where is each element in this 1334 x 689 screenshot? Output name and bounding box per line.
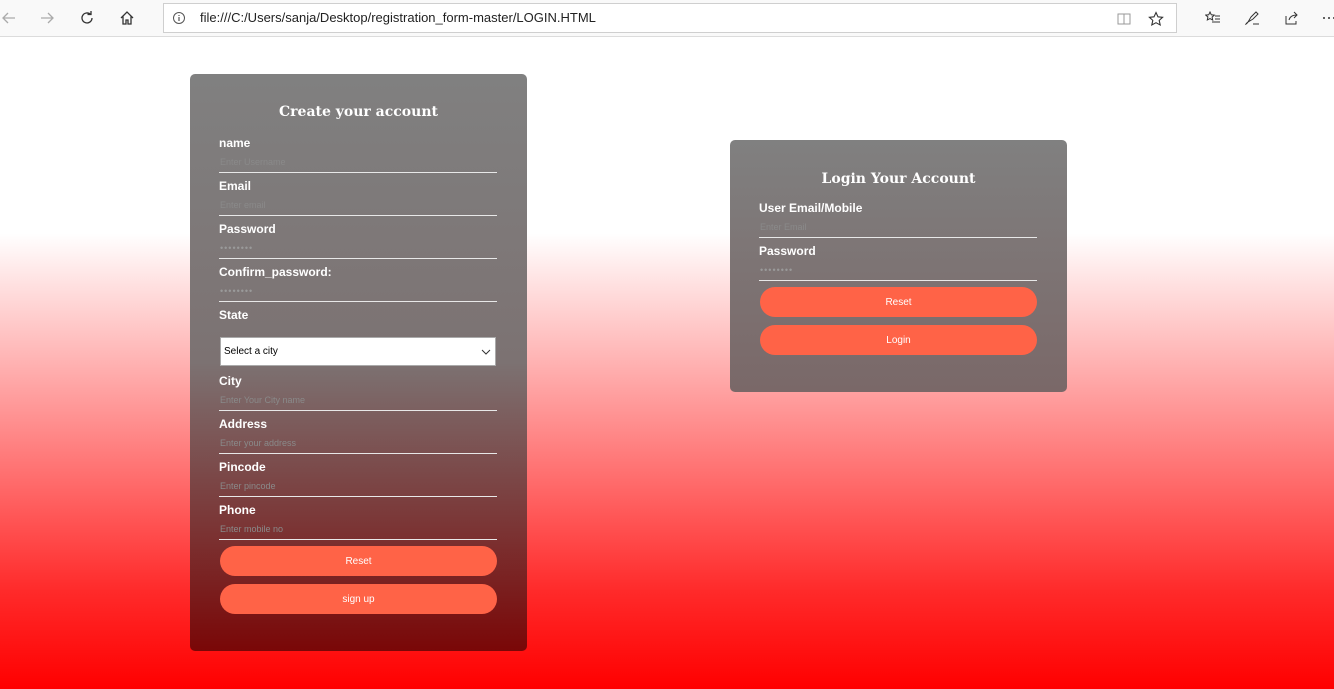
phone-label: Phone (219, 503, 256, 517)
signup-title: Create your account (279, 104, 438, 120)
state-field: State (219, 308, 497, 324)
more-icon[interactable] (1316, 5, 1334, 31)
confirm-password-input[interactable] (219, 281, 497, 302)
login-password-input[interactable] (759, 260, 1037, 281)
reading-view-icon[interactable] (1114, 9, 1134, 29)
password-field: Password (219, 222, 497, 259)
login-email-label: User Email/Mobile (759, 201, 863, 215)
favorites-list-icon[interactable] (1200, 5, 1226, 31)
login-password-label: Password (759, 244, 816, 258)
refresh-icon[interactable] (74, 5, 100, 31)
phone-input[interactable] (219, 519, 497, 540)
home-icon[interactable] (114, 5, 140, 31)
password-input[interactable] (219, 238, 497, 259)
page-background: Create your account name Email Password … (0, 38, 1334, 689)
name-label: name (219, 136, 251, 150)
pincode-input[interactable] (219, 476, 497, 497)
confirm-password-field: Confirm_password: (219, 265, 497, 302)
chevron-down-icon (481, 349, 491, 355)
pincode-label: Pincode (219, 460, 266, 474)
email-field: Email (219, 179, 497, 216)
signup-card: Create your account name Email Password … (190, 74, 527, 651)
state-select-value: Select a city (224, 346, 278, 357)
pen-icon[interactable] (1239, 5, 1265, 31)
back-icon[interactable] (0, 5, 22, 31)
password-label: Password (219, 222, 276, 236)
browser-toolbar: file:///C:/Users/sanja/Desktop/registrat… (0, 0, 1334, 37)
confirm-password-label: Confirm_password: (219, 265, 332, 279)
phone-field: Phone (219, 503, 497, 540)
forward-icon[interactable] (34, 5, 60, 31)
address-label: Address (219, 417, 268, 431)
login-button[interactable]: Login (760, 325, 1037, 355)
url-text[interactable]: file:///C:/Users/sanja/Desktop/registrat… (200, 10, 596, 25)
pincode-field: Pincode (219, 460, 497, 497)
share-icon[interactable] (1279, 5, 1305, 31)
address-bar[interactable]: file:///C:/Users/sanja/Desktop/registrat… (163, 3, 1177, 33)
login-email-field: User Email/Mobile (759, 201, 1037, 238)
address-field: Address (219, 417, 497, 454)
login-title: Login Your Account (821, 171, 976, 187)
info-icon[interactable] (172, 11, 186, 25)
state-select[interactable]: Select a city (220, 337, 496, 366)
login-email-input[interactable] (759, 217, 1037, 238)
name-field: name (219, 136, 497, 173)
favorite-star-icon[interactable] (1146, 9, 1166, 29)
username-input[interactable] (219, 152, 497, 173)
signup-reset-button[interactable]: Reset (220, 546, 497, 576)
city-field: City (219, 374, 497, 411)
signup-button[interactable]: sign up (220, 584, 497, 614)
email-label: Email (219, 179, 252, 193)
login-reset-button[interactable]: Reset (760, 287, 1037, 317)
email-input[interactable] (219, 195, 497, 216)
address-input[interactable] (219, 433, 497, 454)
city-input[interactable] (219, 390, 497, 411)
login-card: Login Your Account User Email/Mobile Pas… (730, 140, 1067, 392)
login-password-field: Password (759, 244, 1037, 281)
city-label: City (219, 374, 242, 388)
state-label: State (219, 308, 249, 322)
